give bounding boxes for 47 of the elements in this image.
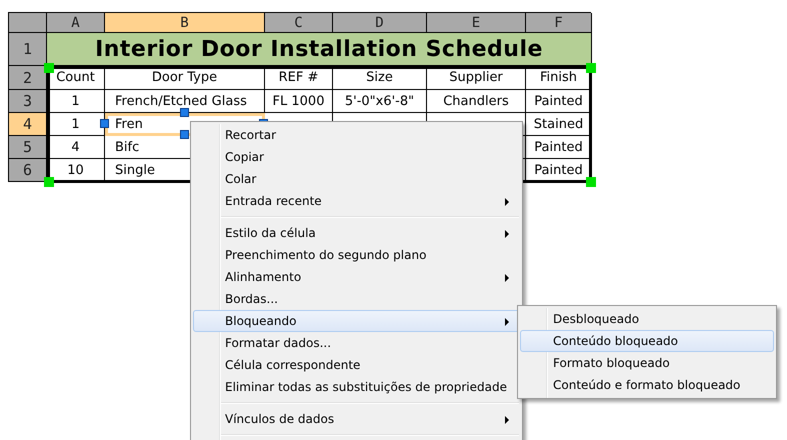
menu-item[interactable]: Entrada recente [193, 190, 520, 212]
table-cell: Painted [526, 90, 592, 113]
table-cell: Door Type [105, 66, 265, 90]
column-header[interactable]: A [47, 13, 105, 33]
table-cell: 5'-0"x6'-8" [333, 90, 427, 113]
table-cell: 4 [47, 136, 105, 159]
column-header[interactable]: B [105, 13, 265, 33]
table-cell: Stained [526, 113, 592, 136]
menu-item[interactable]: Desbloqueado [520, 308, 774, 330]
corner-header[interactable] [9, 13, 47, 33]
grip-handle[interactable] [180, 130, 188, 139]
menu-item[interactable]: Formato bloqueado [520, 352, 774, 374]
menu-item[interactable]: Bloqueando [193, 310, 520, 332]
table-cell: 1 [47, 90, 105, 113]
table-cell: Chandlers [427, 90, 526, 113]
table-cell: Size [333, 66, 427, 90]
grip-handle[interactable] [586, 177, 596, 187]
column-header[interactable]: F [526, 13, 592, 33]
grip-handle[interactable] [180, 108, 188, 117]
row-header[interactable]: 4 [9, 113, 47, 136]
menu-item[interactable]: Alinhamento [193, 266, 520, 288]
table-title: Interior Door Installation Schedule [47, 33, 592, 66]
grip-handle[interactable] [44, 63, 54, 73]
table-cell: Supplier [427, 66, 526, 90]
table-cell: Painted [526, 136, 592, 159]
row-header[interactable]: 6 [9, 159, 47, 182]
menu-item[interactable]: Conteúdo bloqueado [520, 330, 774, 352]
grip-handle[interactable] [586, 63, 596, 73]
grip-handle[interactable] [44, 177, 54, 187]
row-header[interactable]: 3 [9, 90, 47, 113]
table-cell: REF # [265, 66, 333, 90]
column-header[interactable]: D [333, 13, 427, 33]
row-header[interactable]: 2 [9, 66, 47, 90]
menu-item[interactable]: Formatar dados... [193, 332, 520, 354]
table-cell: FL 1000 [265, 90, 333, 113]
menu-item[interactable]: Eliminar todas as substituições de propriedade [193, 376, 520, 398]
column-header[interactable]: E [427, 13, 526, 33]
menu-item[interactable]: Conteúdo e formato bloqueado [520, 374, 774, 396]
grip-handle[interactable] [100, 119, 109, 128]
menu-item[interactable]: Bordas... [193, 288, 520, 310]
menu-item[interactable]: Célula correspondente [193, 354, 520, 376]
menu-item[interactable]: Estilo da célula [193, 222, 520, 244]
menu-item[interactable]: Preenchimento do segundo plano [193, 244, 520, 266]
row-header[interactable]: 5 [9, 136, 47, 159]
menu-item[interactable]: Vínculos de dados [193, 408, 520, 430]
column-header[interactable]: C [265, 13, 333, 33]
row-header[interactable]: 1 [9, 33, 47, 66]
